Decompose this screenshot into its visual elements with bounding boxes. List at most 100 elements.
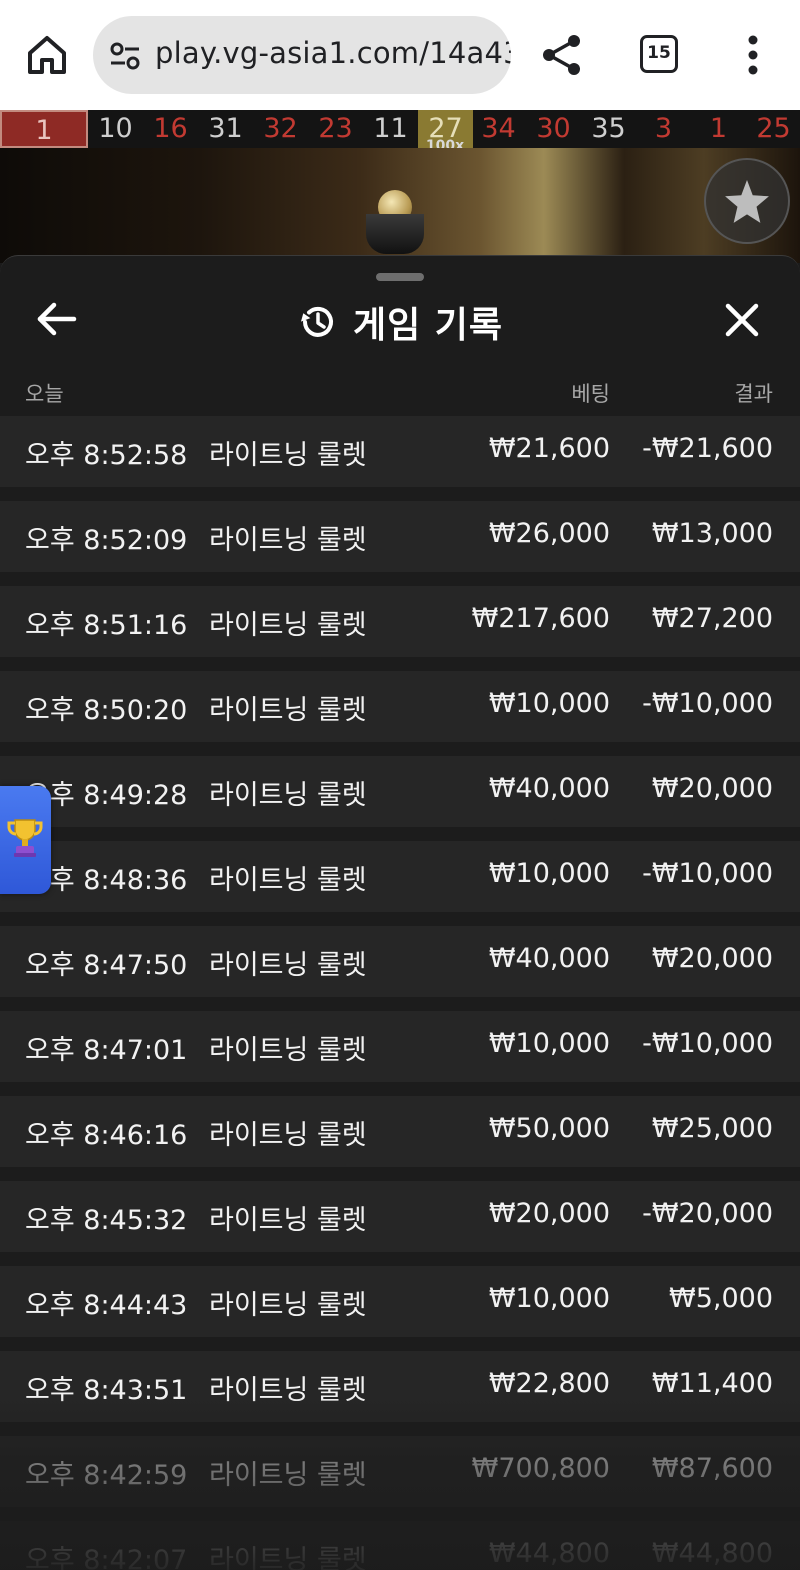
row-bet-amount: ₩22,800 [488,1368,610,1399]
star-icon [725,180,769,223]
row-game-name: 라이트닝 룰렛 [209,1460,367,1491]
row-game-name: 라이트닝 룰렛 [209,1120,367,1151]
row-bet-amount: ₩21,600 [488,433,610,464]
trophy-icon [7,819,43,857]
game-history-panel: 게임 기록 오늘 베팅 결과 오후 8:52:58 라이트닝 룰렛 ₩21,600 -… [0,255,800,1570]
row-game-name: 라이트닝 룰렛 [209,1205,367,1236]
result-number: 31 [208,113,243,144]
row-result-amount: ₩25,000 [651,1113,773,1144]
row-result-amount: ₩5,000 [669,1283,773,1314]
row-game-name: 라이트닝 룰렛 [209,1290,367,1321]
row-time: 오후 8:52:58 [25,440,188,471]
more-vert-icon[interactable] [735,33,771,77]
row-game-name: 라이트닝 룰렛 [209,1545,367,1570]
result-number: 11 [373,113,408,144]
favorite-button[interactable] [704,158,790,244]
row-time: 오후 8:44:43 [25,1290,188,1321]
tune-icon[interactable] [109,40,141,72]
row-bet-amount: ₩10,000 [488,1028,610,1059]
share-icon[interactable] [540,33,584,77]
row-result-amount: -₩10,000 [642,688,773,719]
row-bet-amount: ₩10,000 [488,1283,610,1314]
page-title: 게임 기록 [352,305,503,346]
result-number: 25 [756,113,791,144]
history-row[interactable]: 오후 8:48:36 라이트닝 룰렛 ₩10,000 -₩10,000 [0,841,800,912]
history-icon [300,306,333,337]
row-game-name: 라이트닝 룰렛 [209,695,367,726]
row-result-amount: -₩21,600 [642,433,773,464]
row-result-amount: ₩87,600 [651,1453,773,1484]
history-row[interactable]: 오후 8:45:32 라이트닝 룰렛 ₩20,000 -₩20,000 [0,1181,800,1252]
home-icon[interactable] [24,32,70,78]
history-row[interactable]: 오후 8:44:43 라이트닝 룰렛 ₩10,000 ₩5,000 [0,1266,800,1337]
address-bar[interactable]: play.vg-asia1.com/14a43 [93,16,511,94]
history-row[interactable]: 오후 8:52:58 라이트닝 룰렛 ₩21,600 -₩21,600 [0,416,800,487]
row-game-name: 라이트닝 룰렛 [209,610,367,641]
result-number: 1 [0,110,88,148]
column-header-today: 오늘 [25,382,64,406]
result-number: 32 [263,113,298,144]
row-result-amount: ₩27,200 [651,603,773,634]
tab-count: 15 [647,43,671,63]
url-text: play.vg-asia1.com/14a43 [155,36,511,70]
row-result-amount: ₩44,800 [651,1538,773,1569]
history-row[interactable]: 오후 8:43:51 라이트닝 룰렛 ₩22,800 ₩11,400 [0,1351,800,1422]
row-time: 오후 8:50:20 [25,695,188,726]
row-bet-amount: ₩40,000 [488,943,610,974]
result-number: 16 [153,113,188,144]
result-number: 10 [98,113,133,144]
row-bet-amount: ₩50,000 [488,1113,610,1144]
row-game-name: 라이트닝 룰렛 [209,1035,367,1066]
history-row[interactable]: 오후 8:51:16 라이트닝 룰렛 ₩217,600 ₩27,200 [0,586,800,657]
drag-handle[interactable] [376,273,424,281]
panel-header: 게임 기록 [0,294,800,350]
row-result-amount: -₩20,000 [642,1198,773,1229]
history-row[interactable]: 오후 8:47:50 라이트닝 룰렛 ₩40,000 ₩20,000 [0,926,800,997]
history-row[interactable]: 오후 8:49:28 라이트닝 룰렛 ₩40,000 ₩20,000 [0,756,800,827]
ball-stand-decoration [366,214,424,254]
history-row[interactable]: 오후 8:50:20 라이트닝 룰렛 ₩10,000 -₩10,000 [0,671,800,742]
row-game-name: 라이트닝 룰렛 [209,865,367,896]
roulette-result-history: 1 10 16 31 32 23 11 27 34 30 35 3 1 25 [0,110,800,148]
trophy-widget-button[interactable] [0,786,51,894]
row-time: 오후 8:42:07 [25,1545,188,1570]
column-header-bet: 베팅 [571,382,610,406]
history-list: 오후 8:52:58 라이트닝 룰렛 ₩21,600 -₩21,600 오후 8:52:… [0,416,800,1570]
row-time: 오후 8:47:50 [25,950,188,981]
row-game-name: 라이트닝 룰렛 [209,780,367,811]
row-bet-amount: ₩217,600 [471,603,610,634]
row-time: 오후 8:43:51 [25,1375,188,1406]
row-time: 오후 8:45:32 [25,1205,188,1236]
result-number: 30 [536,113,571,144]
row-result-amount: -₩10,000 [642,1028,773,1059]
row-bet-amount: ₩20,000 [488,1198,610,1229]
row-game-name: 라이트닝 룰렛 [209,950,367,981]
row-time: 오후 8:47:01 [25,1035,188,1066]
history-row[interactable]: 오후 8:52:09 라이트닝 룰렛 ₩26,000 ₩13,000 [0,501,800,572]
row-result-amount: ₩13,000 [651,518,773,549]
history-row[interactable]: 오후 8:47:01 라이트닝 룰렛 ₩10,000 -₩10,000 [0,1011,800,1082]
browser-toolbar: play.vg-asia1.com/14a43 15 [0,0,800,110]
row-time: 오후 8:46:16 [25,1120,188,1151]
row-result-amount: -₩10,000 [642,858,773,889]
row-result-amount: ₩11,400 [651,1368,773,1399]
history-row[interactable]: 오후 8:42:07 라이트닝 룰렛 ₩44,800 ₩44,800 [0,1521,800,1570]
row-bet-amount: ₩10,000 [488,688,610,719]
result-number: 34 [481,113,516,144]
row-bet-amount: ₩44,800 [488,1538,610,1569]
row-bet-amount: ₩26,000 [488,518,610,549]
row-bet-amount: ₩700,800 [471,1453,610,1484]
row-game-name: 라이트닝 룰렛 [209,440,367,471]
column-header-result: 결과 [734,382,773,406]
tab-switcher-button[interactable]: 15 [640,35,678,73]
result-number: 35 [591,113,626,144]
row-bet-amount: ₩10,000 [488,858,610,889]
row-bet-amount: ₩40,000 [488,773,610,804]
close-icon[interactable] [724,302,760,338]
row-result-amount: ₩20,000 [651,943,773,974]
result-number: 23 [318,113,353,144]
history-row[interactable]: 오후 8:42:59 라이트닝 룰렛 ₩700,800 ₩87,600 [0,1436,800,1507]
history-row[interactable]: 오후 8:46:16 라이트닝 룰렛 ₩50,000 ₩25,000 [0,1096,800,1167]
row-result-amount: ₩20,000 [651,773,773,804]
row-time: 오후 8:51:16 [25,610,188,641]
